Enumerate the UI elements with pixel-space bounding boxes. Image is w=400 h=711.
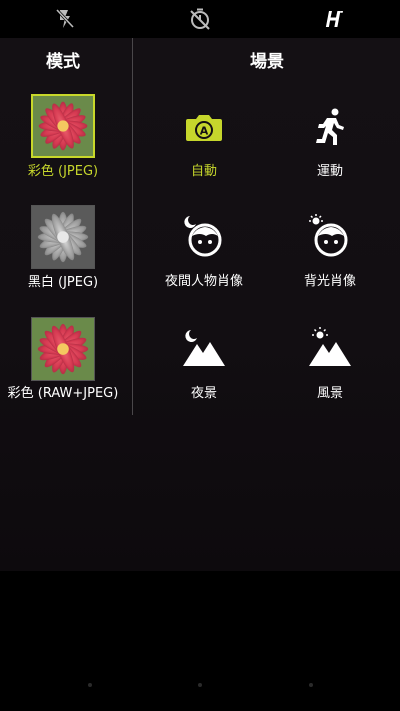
mode-mono-jpeg-label[interactable]: 黑白 (JPEG) [0,271,126,290]
backlight-portrait-icon[interactable] [308,214,352,258]
scene-night-landscape-label[interactable]: 夜景 [141,382,267,401]
mode-scene-panel: 模式 場景 彩色 (JPEG) 黑白 (JPEG) 彩色 (RAW+JPEG) … [0,38,400,571]
landscape-icon[interactable] [308,326,352,370]
flash-off-icon[interactable] [53,7,77,31]
scene-backlight-portrait-label[interactable]: 背光肖像 [267,270,393,289]
hasselblad-logo-icon[interactable] [322,7,346,31]
svg-text:A: A [200,125,209,138]
mode-color-jpeg-label[interactable]: 彩色 (JPEG) [0,160,126,179]
scene-landscape-label[interactable]: 風景 [267,382,393,401]
mode-color-jpeg-thumbnail[interactable] [31,94,95,158]
top-bar [0,0,400,38]
modes-title: 模式 [46,52,80,72]
night-portrait-icon[interactable] [182,214,226,258]
nav-dot-left[interactable] [88,683,92,687]
running-person-icon[interactable] [308,106,352,150]
nav-dot-center[interactable] [198,683,202,687]
column-divider [132,38,133,415]
auto-camera-icon[interactable]: A [182,106,226,150]
scenes-title: 場景 [250,52,284,72]
scene-night-portrait-label[interactable]: 夜間人物肖像 [141,270,267,289]
mode-color-raw-jpeg-label[interactable]: 彩色 (RAW+JPEG) [0,382,126,401]
mode-color-raw-jpeg-thumbnail[interactable] [31,317,95,381]
timer-off-icon[interactable] [188,7,212,31]
nav-dot-right[interactable] [309,683,313,687]
scene-sport-label[interactable]: 運動 [267,160,393,179]
mode-mono-jpeg-thumbnail[interactable] [31,205,95,269]
night-landscape-icon[interactable] [182,326,226,370]
scene-auto-label[interactable]: 自動 [141,160,267,179]
